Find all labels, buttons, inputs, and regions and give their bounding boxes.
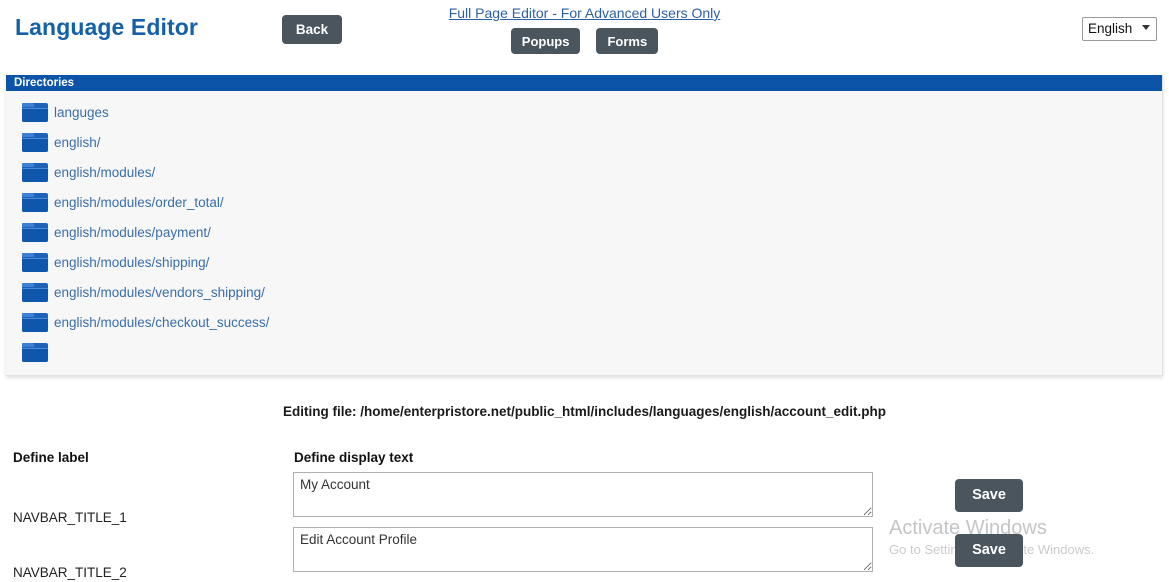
- forms-button[interactable]: Forms: [596, 28, 659, 54]
- define-text-input[interactable]: [293, 472, 873, 517]
- directory-item[interactable]: english/: [6, 127, 1162, 157]
- directories-panel-title: Directories: [6, 75, 1162, 91]
- directory-item[interactable]: english/modules/vendors_shipping/: [6, 277, 1162, 307]
- directory-item[interactable]: english/modules/payment/: [6, 217, 1162, 247]
- full-page-editor-link[interactable]: Full Page Editor - For Advanced Users On…: [449, 5, 721, 21]
- directory-item[interactable]: english/modules/checkout_success/: [6, 307, 1162, 337]
- folder-icon: [22, 222, 48, 242]
- editing-file-path: Editing file: /home/enterpristore.net/pu…: [282, 404, 887, 419]
- directory-link[interactable]: languges: [54, 105, 109, 120]
- column-header-define-label: Define label: [13, 450, 89, 465]
- save-button[interactable]: Save: [955, 534, 1023, 567]
- popups-button[interactable]: Popups: [510, 28, 581, 54]
- directory-item[interactable]: english/modules/order_total/: [6, 187, 1162, 217]
- folder-icon: [22, 132, 48, 152]
- folder-icon: [22, 162, 48, 182]
- directory-link[interactable]: english/modules/shipping/: [54, 255, 209, 270]
- directory-link[interactable]: english/modules/vendors_shipping/: [54, 285, 265, 300]
- directory-link[interactable]: english/: [54, 135, 101, 150]
- folder-icon: [22, 102, 48, 122]
- folder-icon: [22, 342, 48, 362]
- define-row: NAVBAR_TITLE_1 Save: [0, 472, 1169, 527]
- folder-icon: [22, 312, 48, 332]
- directory-item[interactable]: english/modules/: [6, 157, 1162, 187]
- directory-link[interactable]: english/modules/order_total/: [54, 195, 224, 210]
- directories-panel: Directories languges english/english/modu…: [6, 75, 1163, 376]
- define-text-input[interactable]: [293, 527, 873, 572]
- folder-icon: [22, 282, 48, 302]
- directory-list: languges english/english/modules/english/…: [6, 91, 1162, 367]
- directory-item[interactable]: english/modules/shipping/: [6, 247, 1162, 277]
- folder-icon: [22, 252, 48, 272]
- language-select-wrap: English: [1082, 17, 1157, 41]
- directory-item[interactable]: languges: [6, 97, 1162, 127]
- folder-icon: [22, 192, 48, 212]
- directory-link[interactable]: english/modules/: [54, 165, 155, 180]
- save-button[interactable]: Save: [955, 479, 1023, 512]
- define-row: NAVBAR_TITLE_2 Save: [0, 527, 1169, 582]
- directory-item[interactable]: [6, 337, 1162, 367]
- full-page-editor-link-wrap: Full Page Editor - For Advanced Users On…: [0, 5, 1169, 21]
- language-select[interactable]: English: [1082, 17, 1157, 41]
- define-label-value: NAVBAR_TITLE_2: [13, 565, 127, 580]
- directory-link[interactable]: english/modules/checkout_success/: [54, 315, 269, 330]
- define-label-value: NAVBAR_TITLE_1: [13, 510, 127, 525]
- column-header-define-display-text: Define display text: [294, 450, 414, 465]
- directory-link[interactable]: english/modules/payment/: [54, 225, 211, 240]
- header-button-group: Popups Forms: [0, 28, 1169, 54]
- page-header: Language Editor Back Full Page Editor - …: [0, 0, 1169, 70]
